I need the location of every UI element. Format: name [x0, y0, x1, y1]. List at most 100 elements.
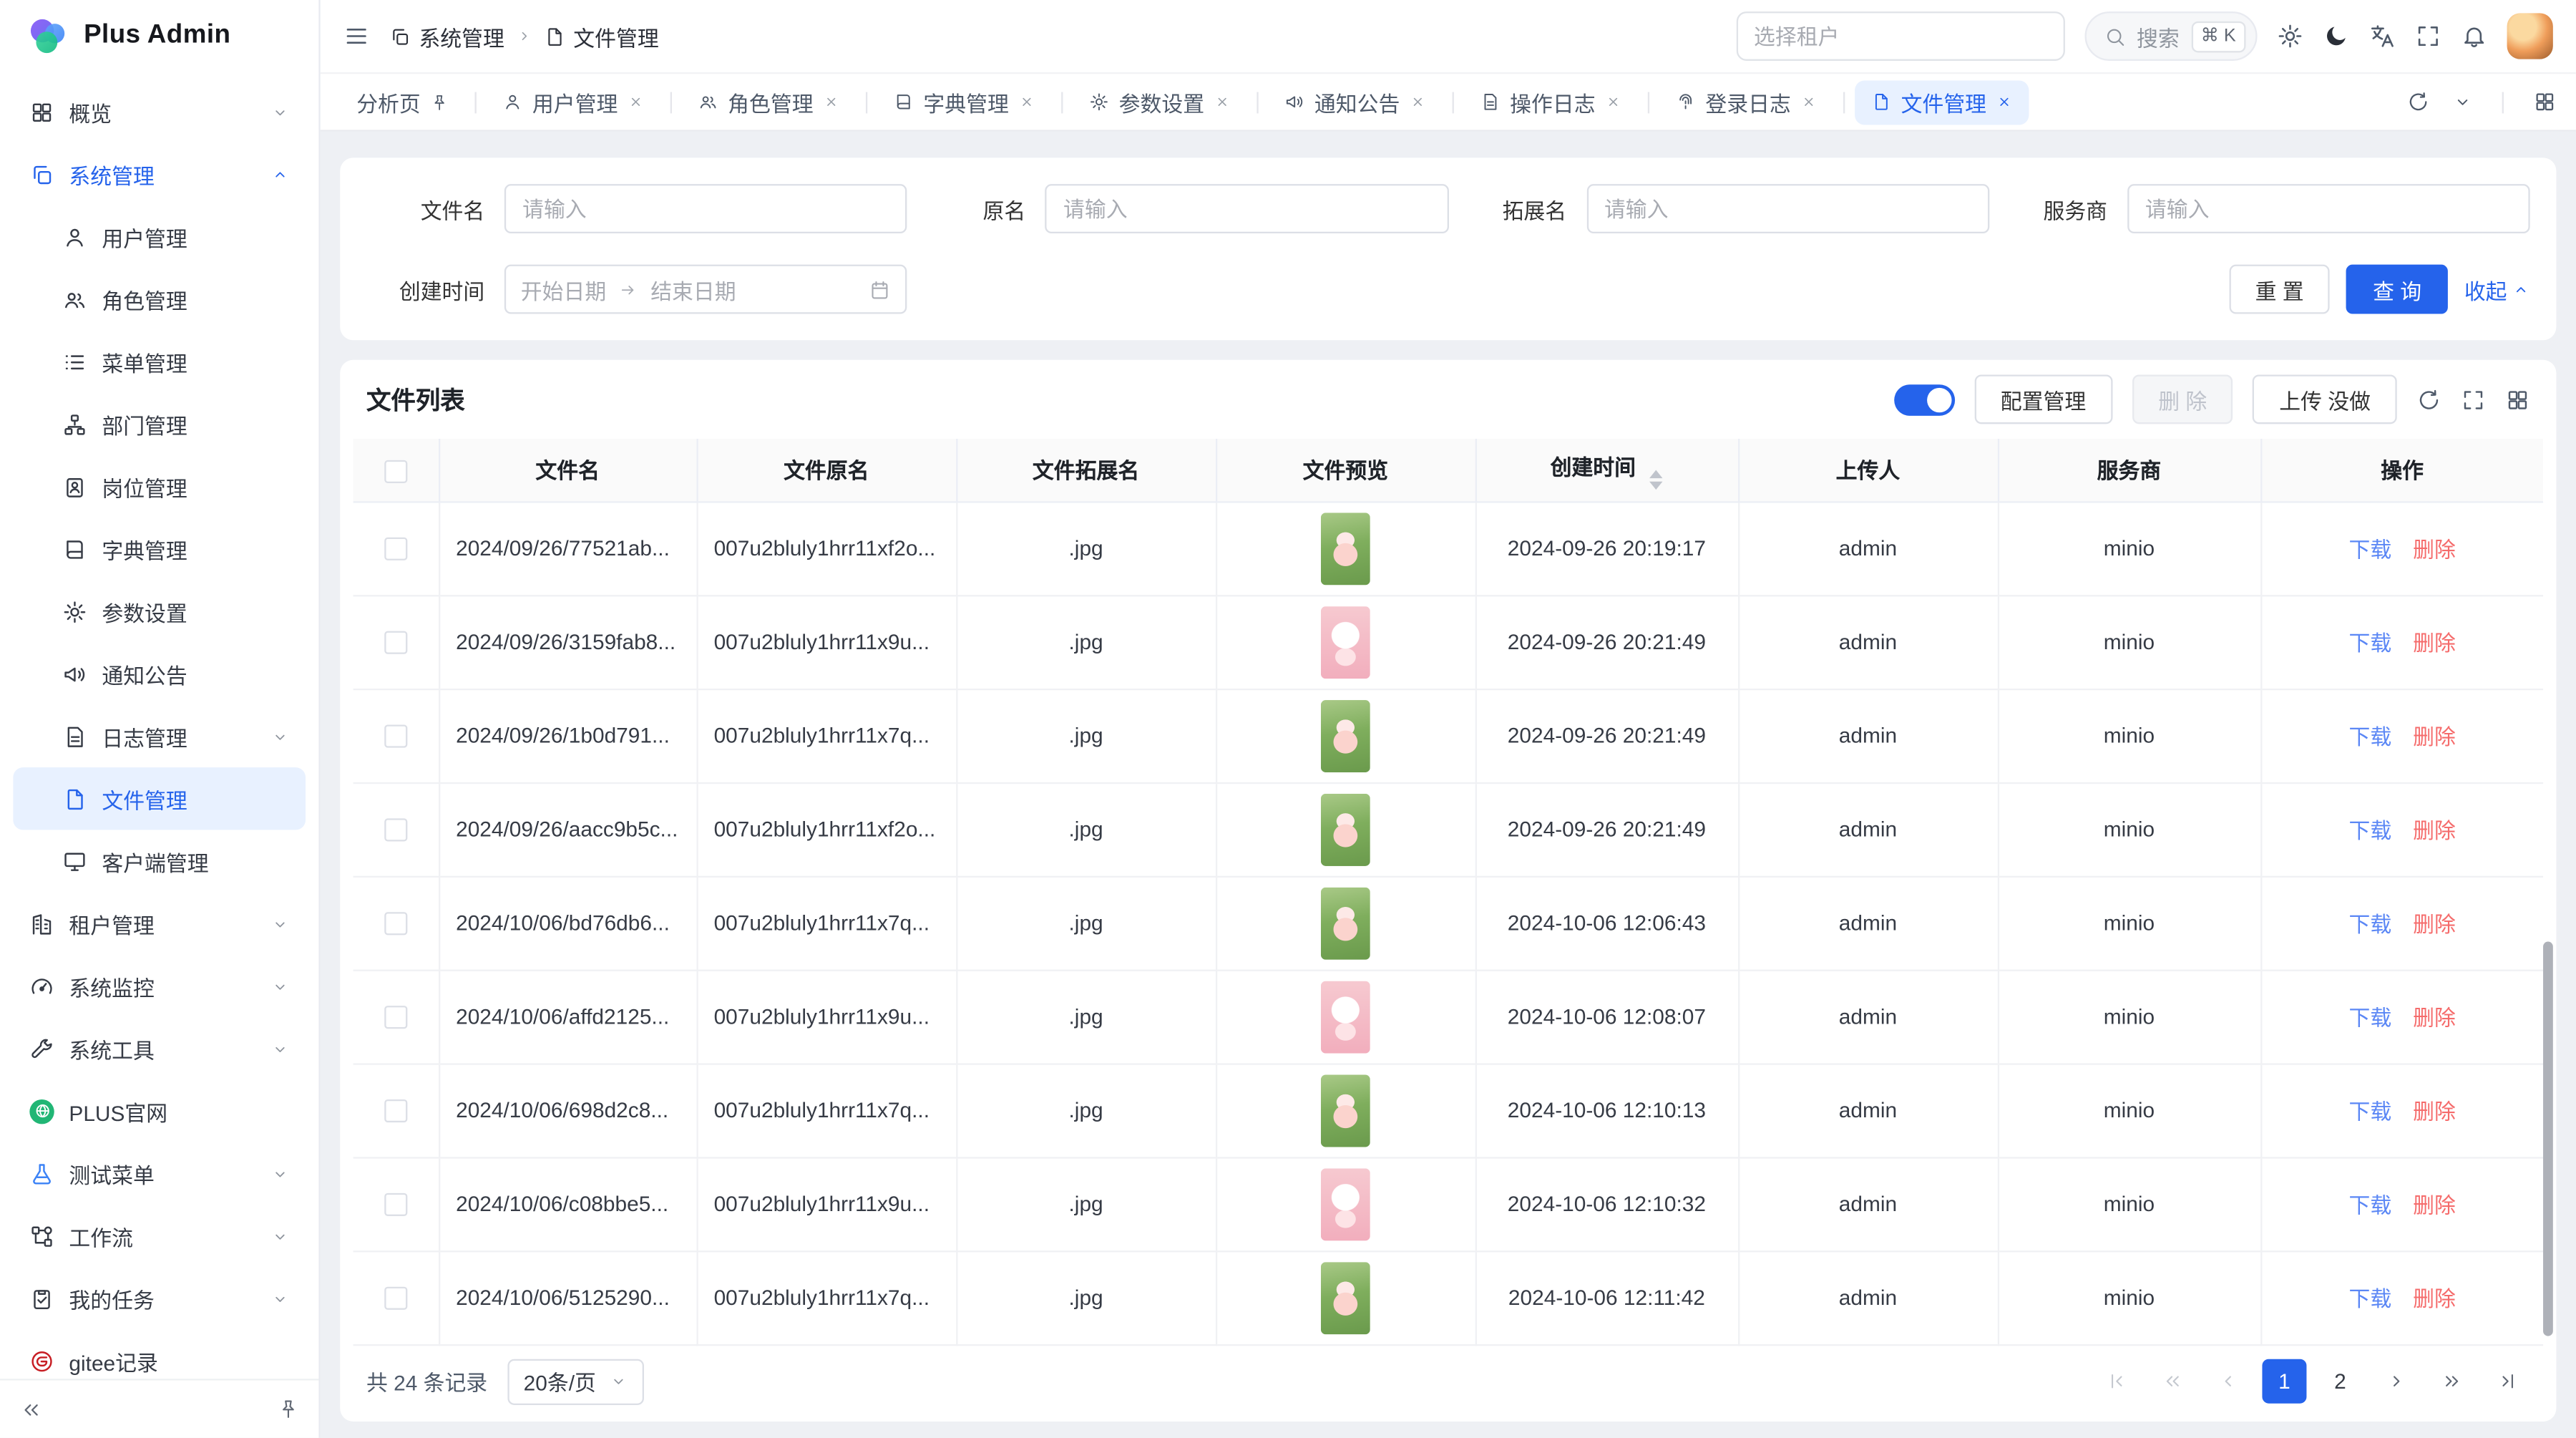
provider-input[interactable] — [2127, 184, 2530, 233]
file-preview-image[interactable] — [1321, 981, 1370, 1053]
sidebar-item-system-tools[interactable]: 系统工具 — [13, 1017, 306, 1079]
sidebar-item-my-tasks[interactable]: 我的任务 — [13, 1267, 306, 1329]
file-preview-image[interactable] — [1321, 793, 1370, 865]
row-checkbox[interactable] — [384, 1287, 407, 1310]
first-page-button[interactable] — [2094, 1359, 2139, 1404]
table-row[interactable]: 2024/10/06/5125290... 007u2bluly1hrr11x7… — [353, 1250, 2543, 1344]
download-link[interactable]: 下载 — [2349, 912, 2392, 936]
table-scrollbar[interactable] — [2543, 942, 2553, 1336]
sidebar-item-menu-management[interactable]: 菜单管理 — [13, 330, 306, 392]
tab-notice[interactable]: 通知公告 — [1269, 79, 1443, 124]
sidebar-item-plus-website[interactable]: PLUS官网 — [13, 1079, 306, 1142]
sidebar-item-system-management[interactable]: 系统管理 — [13, 143, 306, 205]
collapse-filters-link[interactable]: 收起 — [2464, 273, 2530, 305]
close-icon[interactable] — [1801, 94, 1818, 110]
date-range-picker[interactable]: 开始日期 结束日期 — [504, 265, 907, 314]
origin-name-input[interactable] — [1045, 184, 1448, 233]
extension-input[interactable] — [1586, 184, 1989, 233]
sidebar-item-test-menu[interactable]: 测试菜单 — [13, 1142, 306, 1205]
last-page-button[interactable] — [2486, 1359, 2530, 1404]
delete-link[interactable]: 删除 — [2413, 724, 2456, 749]
sidebar-item-gitee-log[interactable]: gitee记录 — [13, 1329, 306, 1379]
column-settings-button[interactable] — [2505, 387, 2529, 412]
file-name-input[interactable] — [504, 184, 907, 233]
pin-icon[interactable] — [431, 93, 449, 111]
sidebar-item-post-management[interactable]: 岗位管理 — [13, 455, 306, 518]
jump-back-button[interactable] — [2150, 1359, 2195, 1404]
file-preview-image[interactable] — [1321, 1074, 1370, 1146]
sidebar-item-system-monitor[interactable]: 系统监控 — [13, 955, 306, 1017]
delete-link[interactable]: 删除 — [2413, 912, 2456, 936]
delete-link[interactable]: 删除 — [2413, 538, 2456, 562]
table-row[interactable]: 2024/09/26/3159fab8... 007u2bluly1hrr11x… — [353, 595, 2543, 689]
row-checkbox[interactable] — [384, 1100, 407, 1123]
sidebar-item-dict-management[interactable]: 字典管理 — [13, 518, 306, 580]
download-link[interactable]: 下载 — [2349, 724, 2392, 749]
delete-link[interactable]: 删除 — [2413, 1287, 2456, 1311]
download-link[interactable]: 下载 — [2349, 1099, 2392, 1124]
sidebar-item-log-management[interactable]: 日志管理 — [13, 705, 306, 767]
row-checkbox[interactable] — [384, 1193, 407, 1216]
sidebar-item-workflow[interactable]: 工作流 — [13, 1205, 306, 1267]
settings-button[interactable] — [2277, 23, 2303, 49]
tab-role-management[interactable]: 角色管理 — [682, 79, 856, 124]
table-row[interactable]: 2024/10/06/bd76db6... 007u2bluly1hrr11x7… — [353, 876, 2543, 970]
user-avatar[interactable] — [2507, 13, 2553, 59]
sidebar-item-notice[interactable]: 通知公告 — [13, 643, 306, 705]
sidebar-item-tenant-management[interactable]: 租户管理 — [13, 893, 306, 955]
next-page-button[interactable] — [2374, 1359, 2419, 1404]
tab-user-management[interactable]: 用户管理 — [487, 79, 660, 124]
refresh-table-button[interactable] — [2416, 387, 2441, 412]
sidebar-item-overview[interactable]: 概览 — [13, 80, 306, 142]
fullscreen-button[interactable] — [2415, 23, 2441, 49]
tab-param-settings[interactable]: 参数设置 — [1073, 79, 1246, 124]
language-button[interactable] — [2369, 23, 2396, 49]
hamburger-menu-icon[interactable] — [343, 23, 370, 49]
download-link[interactable]: 下载 — [2349, 538, 2392, 562]
table-row[interactable]: 2024/10/06/c08bbe5... 007u2bluly1hrr11x9… — [353, 1157, 2543, 1250]
close-icon[interactable] — [1410, 94, 1426, 110]
close-icon[interactable] — [628, 94, 644, 110]
page-number-1[interactable]: 1 — [2262, 1359, 2306, 1404]
collapse-sidebar-icon[interactable] — [20, 1398, 43, 1421]
download-link[interactable]: 下载 — [2349, 818, 2392, 842]
download-link[interactable]: 下载 — [2349, 1006, 2392, 1030]
table-row[interactable]: 2024/10/06/698d2c8... 007u2bluly1hrr11x7… — [353, 1063, 2543, 1157]
file-preview-image[interactable] — [1321, 1167, 1370, 1240]
upload-button[interactable]: 上传 没做 — [2253, 374, 2397, 424]
file-preview-image[interactable] — [1321, 699, 1370, 772]
row-checkbox[interactable] — [384, 819, 407, 842]
sidebar-item-dept-management[interactable]: 部门管理 — [13, 393, 306, 455]
sidebar-item-user-management[interactable]: 用户管理 — [13, 205, 306, 268]
row-checkbox[interactable] — [384, 538, 407, 560]
row-checkbox[interactable] — [384, 913, 407, 936]
page-number-2[interactable]: 2 — [2318, 1359, 2363, 1404]
delete-link[interactable]: 删除 — [2413, 1193, 2456, 1218]
close-icon[interactable] — [1019, 94, 1035, 110]
download-link[interactable]: 下载 — [2349, 1193, 2392, 1218]
jump-forward-button[interactable] — [2430, 1359, 2474, 1404]
close-icon[interactable] — [1605, 94, 1621, 110]
sidebar-item-param-settings[interactable]: 参数设置 — [13, 580, 306, 642]
row-checkbox[interactable] — [384, 1006, 407, 1029]
delete-button[interactable]: 删 除 — [2132, 374, 2233, 424]
delete-link[interactable]: 删除 — [2413, 631, 2456, 656]
close-icon[interactable] — [1996, 94, 2013, 110]
col-create-time[interactable]: 创建时间 — [1475, 439, 1738, 501]
config-management-button[interactable]: 配置管理 — [1974, 374, 2112, 424]
tenant-select-input[interactable] — [1736, 11, 2064, 61]
sort-icon[interactable] — [1650, 470, 1663, 490]
tab-login-log[interactable]: 登录日志 — [1659, 79, 1833, 124]
refresh-icon[interactable] — [2406, 90, 2429, 113]
file-preview-image[interactable] — [1321, 887, 1370, 959]
tab-operation-log[interactable]: 操作日志 — [1464, 79, 1638, 124]
toolbar-toggle[interactable] — [1894, 384, 1955, 415]
fullscreen-table-button[interactable] — [2461, 387, 2485, 412]
layout-icon[interactable] — [2533, 90, 2556, 113]
tab-analysis[interactable]: 分析页 — [340, 79, 465, 124]
chevron-down-icon[interactable] — [2453, 92, 2473, 112]
breadcrumb-file-management[interactable]: 文件管理 — [544, 21, 659, 52]
download-link[interactable]: 下载 — [2349, 631, 2392, 656]
prev-page-button[interactable] — [2206, 1359, 2250, 1404]
notifications-button[interactable] — [2461, 23, 2487, 49]
